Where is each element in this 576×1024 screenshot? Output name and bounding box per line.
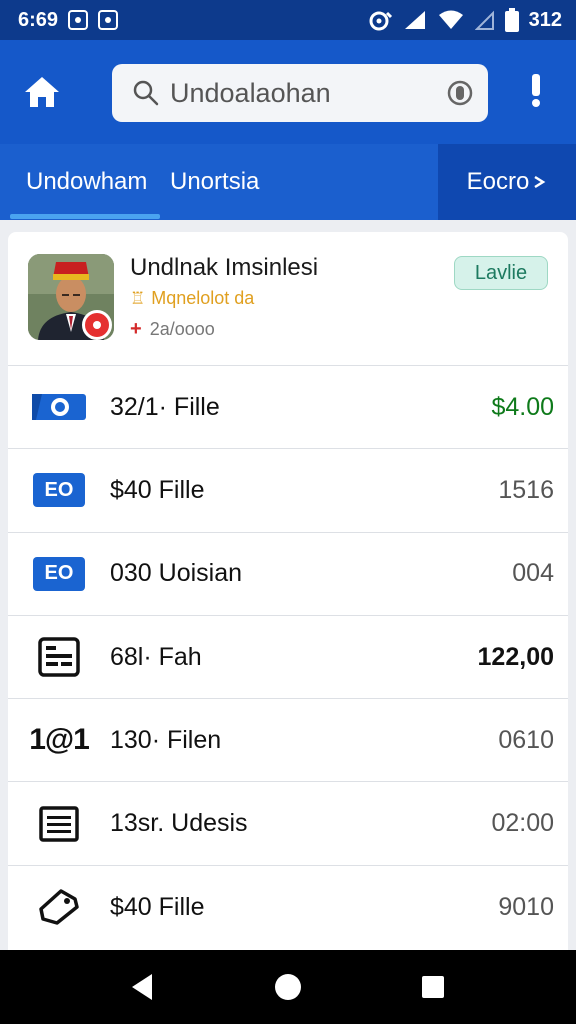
tab-eocro[interactable]: Eocro: [438, 144, 576, 220]
row-label: $40 Fille: [110, 475, 205, 504]
list-item[interactable]: 32/1· Fille $4.00: [8, 366, 568, 450]
voice-search-icon[interactable]: [446, 78, 474, 108]
home-button[interactable]: [20, 70, 64, 114]
crown-icon: ♖: [130, 288, 146, 308]
profile-meta-text: 2a/oooo: [149, 319, 215, 339]
search-input[interactable]: [170, 77, 446, 109]
tab-undowham[interactable]: Undowham: [26, 144, 147, 220]
back-triangle-icon: [131, 974, 152, 1000]
list-item[interactable]: EO 030 Uoisian 004: [8, 533, 568, 616]
wifi-icon: [438, 10, 463, 29]
content-card: Undlnak Imsinlesi ♖ Mqnelolot da + 2a/oo…: [8, 232, 568, 962]
back-button[interactable]: [119, 963, 167, 1011]
list-icon: [32, 804, 86, 844]
status-bar: 6:69 312: [0, 0, 576, 40]
system-nav-bar: [0, 950, 576, 1024]
battery-level: 312: [528, 8, 562, 31]
eo-chip-text: EO: [33, 556, 85, 591]
recents-button[interactable]: [409, 963, 457, 1011]
search-box[interactable]: [112, 64, 488, 122]
row-value: 122,00: [477, 642, 554, 671]
data-signal-icon: [474, 10, 494, 30]
tab-bar: Undowham Unortsia Eocro: [0, 144, 576, 220]
battery-icon: [504, 8, 519, 32]
row-label: $40 Fille: [110, 892, 205, 921]
row-value: 004: [512, 559, 554, 588]
search-icon: [133, 80, 159, 106]
eo-chip-text: EO: [33, 473, 85, 508]
app-notification-icon: [98, 10, 119, 30]
recents-square-icon: [422, 976, 445, 998]
alarm-icon: [369, 11, 392, 31]
list-item[interactable]: 1@1 130· Filen 0610: [8, 699, 568, 783]
notification-icon: [68, 10, 89, 30]
eo-chip-icon: EO: [32, 470, 86, 510]
camera-icon: [32, 387, 86, 427]
row-value: 0610: [498, 725, 554, 754]
tab-eocro-label: Eocro: [466, 168, 530, 195]
list-item[interactable]: EO $40 Fille 1516: [8, 449, 568, 533]
status-left: 6:69: [18, 8, 119, 32]
list-item[interactable]: 68l· Fah 122,00: [8, 616, 568, 700]
status-right: 312: [367, 8, 562, 32]
alert-button[interactable]: [518, 68, 554, 114]
tab-unortsia[interactable]: Unortsia: [170, 144, 259, 220]
cell-signal-icon: [404, 11, 425, 29]
row-label: 32/1· Fille: [110, 392, 220, 421]
app-bar: [0, 40, 576, 144]
status-time: 6:69: [18, 8, 59, 31]
profile-role-text: Mqnelolot da: [151, 288, 255, 308]
row-label: 68l· Fah: [110, 642, 202, 671]
profile-meta: + 2a/oooo: [130, 318, 215, 341]
row-label: 13sr. Udesis: [110, 809, 248, 838]
eo-chip-icon: EO: [32, 554, 86, 594]
list-item[interactable]: 13sr. Udesis 02:00: [8, 782, 568, 866]
document-icon: [32, 637, 86, 677]
text-glyph-icon: 1@1: [29, 720, 90, 760]
row-label: 130· Filen: [110, 725, 222, 754]
home-nav-button[interactable]: [264, 963, 312, 1011]
tab-indicator: [10, 214, 160, 219]
status-badge[interactable]: Lavlie: [454, 256, 548, 290]
row-value: 1516: [498, 475, 554, 504]
home-icon: [25, 77, 59, 107]
list-item[interactable]: $40 Fille 9010: [8, 866, 568, 949]
row-value: $4.00: [491, 392, 554, 421]
home-circle-icon: [274, 974, 301, 1000]
share-arrow-icon: [534, 175, 546, 189]
row-value: 9010: [498, 892, 554, 921]
live-indicator-icon: [82, 310, 112, 340]
row-label: 030 Uoisian: [110, 559, 243, 588]
row-value: 02:00: [491, 809, 554, 838]
text-glyph: 1@1: [29, 723, 90, 757]
profile-role: ♖ Mqnelolot da: [130, 288, 254, 309]
plus-icon: +: [130, 318, 142, 340]
exclamation-icon: [532, 74, 540, 107]
profile-header[interactable]: Undlnak Imsinlesi ♖ Mqnelolot da + 2a/oo…: [8, 232, 568, 366]
tag-icon: [32, 887, 86, 927]
profile-name: Undlnak Imsinlesi: [130, 254, 319, 281]
